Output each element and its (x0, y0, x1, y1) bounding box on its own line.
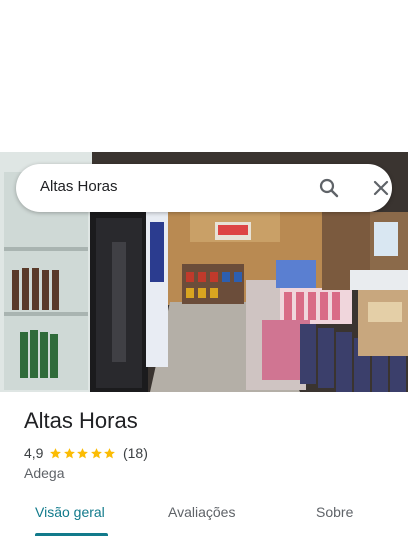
star-icon (91, 447, 102, 458)
search-icon[interactable] (317, 176, 341, 200)
star-rating (49, 447, 117, 460)
place-category: Adega (24, 465, 65, 481)
rating-row[interactable]: 4,9 (18) (24, 444, 148, 462)
map-blank-area (0, 0, 408, 152)
close-icon[interactable] (369, 176, 393, 200)
place-title: Altas Horas (24, 408, 138, 433)
star-icon (104, 447, 116, 458)
tab-overview[interactable]: Visão geral (35, 504, 105, 520)
rating-value: 4,9 (24, 445, 44, 461)
star-icon (77, 447, 89, 458)
tab-reviews[interactable]: Avaliações (168, 504, 235, 520)
review-count[interactable]: (18) (123, 445, 148, 461)
star-icon (50, 447, 62, 458)
active-tab-indicator (35, 533, 108, 536)
place-tabs: Visão geral Avaliações Sobre (0, 496, 408, 544)
star-icon (64, 447, 75, 458)
search-bar[interactable]: Altas Horas (16, 164, 392, 212)
tab-about[interactable]: Sobre (316, 504, 353, 520)
search-input[interactable]: Altas Horas (40, 178, 118, 195)
